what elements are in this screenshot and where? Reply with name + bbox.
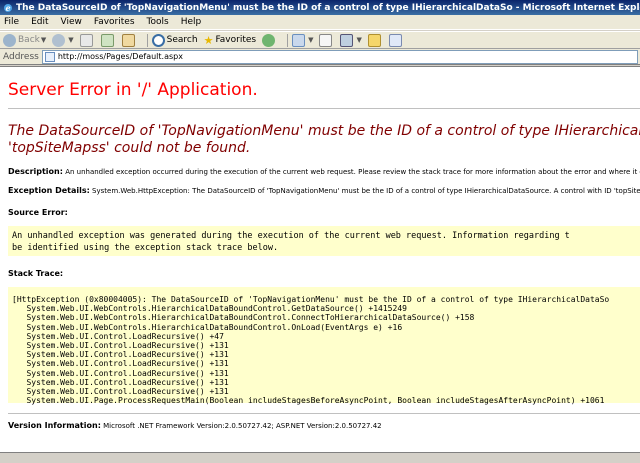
messenger-icon (388, 33, 402, 47)
folder-button[interactable] (367, 33, 383, 47)
forward-arrow-icon (52, 33, 66, 47)
error-message-line-1: The DataSourceID of 'TopNavigationMenu' … (8, 123, 640, 139)
menu-help[interactable]: Help (181, 17, 202, 27)
stop-button[interactable] (79, 33, 95, 47)
favorites-label: Favorites (215, 35, 257, 45)
divider (8, 413, 640, 414)
history-button[interactable]: ▼ (292, 33, 314, 47)
forward-button[interactable]: ▼ (52, 33, 74, 47)
version-information: Version Information: Microsoft .NET Fram… (8, 421, 640, 430)
search-label: Search (166, 35, 198, 45)
media-icon (262, 33, 276, 47)
exception-details-paragraph: Exception Details: System.Web.HttpExcept… (8, 186, 640, 195)
chevron-down-icon: ▼ (308, 36, 314, 44)
version-label: Version Information: (8, 421, 101, 430)
refresh-button[interactable] (100, 33, 116, 47)
source-error-label: Source Error: (8, 208, 68, 217)
source-error-box: An unhandled exception was generated dur… (8, 226, 640, 256)
error-message-line-2: 'topSiteMapss' could not be found. (8, 140, 251, 156)
description-label: Description: (8, 167, 63, 176)
window-title: The DataSourceID of 'TopNavigationMenu' … (16, 2, 640, 13)
page-icon (44, 51, 55, 62)
menu-file[interactable]: File (4, 17, 19, 27)
back-label: Back (18, 35, 40, 45)
address-input[interactable]: http://moss/Pages/Default.aspx (41, 49, 638, 64)
menu-favorites[interactable]: Favorites (94, 17, 135, 27)
standard-toolbar: Back ▼ ▼ Search ★ Favorites ▼ ▼ (0, 31, 640, 49)
history-icon (292, 33, 306, 47)
version-text: Microsoft .NET Framework Version:2.0.507… (103, 422, 382, 430)
print-icon (340, 33, 354, 47)
home-button[interactable] (121, 33, 137, 47)
mail-button[interactable] (319, 33, 334, 47)
window-titlebar[interactable]: e The DataSourceID of 'TopNavigationMenu… (0, 0, 640, 15)
menu-bar: File Edit View Favorites Tools Help (0, 15, 640, 30)
print-button[interactable]: ▼ (340, 33, 362, 47)
back-arrow-icon (3, 33, 16, 47)
error-message: The DataSourceID of 'TopNavigationMenu' … (8, 123, 640, 157)
exception-details-text: System.Web.HttpException: The DataSource… (92, 187, 640, 195)
page-content: Server Error in '/' Application. The Dat… (0, 66, 640, 452)
address-bar: Address http://moss/Pages/Default.aspx (0, 49, 640, 65)
toolbar-separator (287, 33, 289, 47)
stack-trace-label: Stack Trace: (8, 269, 64, 278)
address-label: Address (3, 51, 39, 62)
back-button[interactable]: Back ▼ (3, 33, 47, 47)
star-icon: ★ (203, 33, 214, 47)
exception-details-label: Exception Details: (8, 186, 90, 195)
messenger-button[interactable] (388, 33, 404, 47)
refresh-icon (100, 33, 114, 47)
toolbar-separator (146, 33, 148, 47)
internet-explorer-icon: e (4, 3, 12, 13)
home-icon (121, 33, 135, 47)
status-bar (0, 452, 640, 463)
chevron-down-icon: ▼ (40, 36, 47, 44)
search-icon (151, 33, 165, 47)
page-title: Server Error in '/' Application. (8, 80, 258, 100)
folder-icon (367, 33, 381, 47)
chevron-down-icon: ▼ (68, 36, 74, 44)
description-paragraph: Description: An unhandled exception occu… (8, 167, 640, 176)
chevron-down-icon: ▼ (356, 36, 362, 44)
favorites-button[interactable]: ★ Favorites (204, 34, 257, 47)
svg-text:e: e (6, 3, 11, 13)
description-text: An unhandled exception occurred during t… (65, 168, 640, 176)
divider (8, 108, 640, 109)
mail-icon (319, 33, 333, 47)
media-button[interactable] (262, 33, 277, 47)
menu-view[interactable]: View (61, 17, 82, 27)
search-button[interactable]: Search (151, 33, 198, 47)
address-url: http://moss/Pages/Default.aspx (57, 52, 183, 61)
menu-tools[interactable]: Tools (147, 17, 169, 27)
stack-trace-box: [HttpException (0x80004005): The DataSou… (8, 287, 640, 405)
stop-icon (79, 33, 93, 47)
menu-edit[interactable]: Edit (31, 17, 48, 27)
